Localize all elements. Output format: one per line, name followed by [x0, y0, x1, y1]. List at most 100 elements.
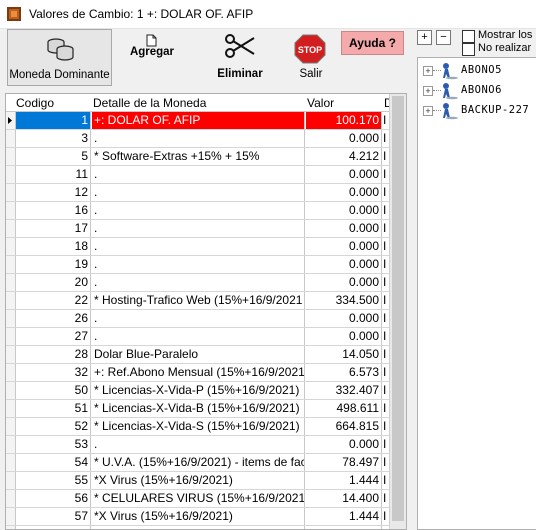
- cell-codigo[interactable]: 16: [16, 202, 91, 219]
- table-row[interactable]: 55 *X Virus (15%+16/9/2021) 1.444 I: [6, 472, 389, 490]
- table-row[interactable]: 51 * Licencias-X-Vida-B (15%+16/9/2021) 49…: [6, 400, 389, 418]
- row-indicator[interactable]: [6, 436, 16, 453]
- cell-codigo[interactable]: 18: [16, 238, 91, 255]
- table-row[interactable]: 11. 0.000 I: [6, 166, 389, 184]
- no-realizar-checkbox[interactable]: [462, 43, 475, 56]
- cell-codigo[interactable]: 19: [16, 256, 91, 273]
- cell-valor[interactable]: 664.815: [306, 418, 382, 435]
- table-row[interactable]: 58* U.V.A. 11/11/2021 y PFX92.570I: [6, 526, 389, 529]
- table-row[interactable]: 5 * Software-Extras +15% + 15% 4.212 I: [6, 148, 389, 166]
- row-indicator[interactable]: [6, 418, 16, 435]
- col-valor-header[interactable]: Valor: [307, 96, 334, 110]
- row-indicator[interactable]: [6, 148, 16, 165]
- cell-detalle[interactable]: * U.V.A. (15%+16/9/2021) - items de fac: [92, 454, 305, 471]
- tree-node[interactable]: + BACKUP-227: [423, 103, 536, 121]
- row-indicator[interactable]: [6, 472, 16, 489]
- cell-codigo[interactable]: 58: [16, 526, 91, 529]
- cell-valor[interactable]: 1.444: [306, 472, 382, 489]
- row-indicator[interactable]: [6, 184, 16, 201]
- table-row[interactable]: 18. 0.000 I: [6, 238, 389, 256]
- row-indicator[interactable]: [6, 400, 16, 417]
- cell-codigo[interactable]: 28: [16, 346, 91, 363]
- salir-button[interactable]: STOP Salir: [287, 29, 335, 84]
- row-indicator[interactable]: [6, 310, 16, 327]
- table-row[interactable]: 28 Dolar Blue-Paralelo 14.050 I: [6, 346, 389, 364]
- ayuda-button[interactable]: Ayuda ?: [341, 31, 404, 55]
- cell-detalle[interactable]: * Licencias-X-Vida-B (15%+16/9/2021): [92, 400, 305, 417]
- row-indicator[interactable]: [6, 346, 16, 363]
- cell-codigo[interactable]: 32: [16, 364, 91, 381]
- cell-valor[interactable]: 0.000: [306, 184, 382, 201]
- eliminar-button[interactable]: Eliminar: [205, 29, 275, 84]
- row-indicator[interactable]: [6, 238, 16, 255]
- row-indicator[interactable]: [6, 490, 16, 507]
- cell-codigo[interactable]: 51: [16, 400, 91, 417]
- cell-codigo[interactable]: 5: [16, 148, 91, 165]
- cell-codigo[interactable]: 53: [16, 436, 91, 453]
- table-row[interactable]: 52 * Licencias-X-Vida-S (15%+16/9/2021) 66…: [6, 418, 389, 436]
- row-indicator[interactable]: [6, 508, 16, 525]
- cell-codigo[interactable]: 20: [16, 274, 91, 291]
- row-indicator[interactable]: [6, 112, 16, 129]
- cell-valor[interactable]: 332.407: [306, 382, 382, 399]
- tree-node[interactable]: + ABONO6: [423, 83, 536, 101]
- cell-valor[interactable]: 0.000: [306, 166, 382, 183]
- cell-codigo[interactable]: 54: [16, 454, 91, 471]
- cell-detalle[interactable]: +: Ref.Abono Mensual (15%+16/9/2021: [92, 364, 305, 381]
- table-row[interactable]: 1 +: DOLAR OF. AFIP 100.170 I: [6, 112, 389, 130]
- row-indicator[interactable]: [6, 454, 16, 471]
- expand-icon[interactable]: +: [423, 106, 433, 116]
- cell-valor[interactable]: 498.611: [306, 400, 382, 417]
- expand-icon[interactable]: +: [423, 66, 433, 76]
- cell-detalle[interactable]: .: [92, 130, 305, 147]
- row-indicator[interactable]: [6, 364, 16, 381]
- cell-detalle[interactable]: .: [92, 238, 305, 255]
- cell-valor[interactable]: 1.444: [306, 508, 382, 525]
- collapse-all-button[interactable]: −: [436, 30, 451, 45]
- cell-valor[interactable]: 0.000: [306, 202, 382, 219]
- table-row[interactable]: 26. 0.000 I: [6, 310, 389, 328]
- vertical-scrollbar[interactable]: [389, 94, 406, 529]
- cell-detalle[interactable]: Dolar Blue-Paralelo: [92, 346, 305, 363]
- cell-valor[interactable]: 334.500: [306, 292, 382, 309]
- cell-valor[interactable]: 14.400: [306, 490, 382, 507]
- row-indicator[interactable]: [6, 256, 16, 273]
- cell-valor[interactable]: 100.170: [306, 112, 382, 129]
- cell-codigo[interactable]: 11: [16, 166, 91, 183]
- cell-detalle[interactable]: .: [92, 256, 305, 273]
- table-row[interactable]: 32 +: Ref.Abono Mensual (15%+16/9/2021 6.5…: [6, 364, 389, 382]
- cell-detalle[interactable]: * U.V.A. 11/11/2021 y PFX: [92, 526, 305, 529]
- cell-codigo[interactable]: 27: [16, 328, 91, 345]
- cell-codigo[interactable]: 1: [16, 112, 91, 129]
- table-row[interactable]: 50 * Licencias-X-Vida-P (15%+16/9/2021) 33…: [6, 382, 389, 400]
- cell-codigo[interactable]: 26: [16, 310, 91, 327]
- cell-valor[interactable]: 78.497: [306, 454, 382, 471]
- agregar-button[interactable]: Agregar: [117, 29, 187, 84]
- cell-codigo[interactable]: 57: [16, 508, 91, 525]
- cell-detalle[interactable]: .: [92, 184, 305, 201]
- row-indicator[interactable]: [6, 292, 16, 309]
- row-indicator[interactable]: [6, 202, 16, 219]
- row-indicator[interactable]: [6, 382, 16, 399]
- cell-detalle[interactable]: * Software-Extras +15% + 15%: [92, 148, 305, 165]
- col-codigo-header[interactable]: Codigo: [16, 96, 54, 110]
- cell-codigo[interactable]: 50: [16, 382, 91, 399]
- cell-valor[interactable]: 4.212: [306, 148, 382, 165]
- moneda-dominante-button[interactable]: Moneda Dominante: [7, 29, 112, 86]
- cell-codigo[interactable]: 17: [16, 220, 91, 237]
- col-detalle-header[interactable]: Detalle de la Moneda: [93, 96, 206, 110]
- cell-codigo[interactable]: 22: [16, 292, 91, 309]
- cell-codigo[interactable]: 56: [16, 490, 91, 507]
- row-indicator[interactable]: [6, 328, 16, 345]
- cell-codigo[interactable]: 12: [16, 184, 91, 201]
- cell-detalle[interactable]: * Licencias-X-Vida-P (15%+16/9/2021): [92, 382, 305, 399]
- table-row[interactable]: 19. 0.000 I: [6, 256, 389, 274]
- table-row[interactable]: 27. 0.000 I: [6, 328, 389, 346]
- table-row[interactable]: 54 * U.V.A. (15%+16/9/2021) - items de fa…: [6, 454, 389, 472]
- cell-codigo[interactable]: 3: [16, 130, 91, 147]
- row-indicator[interactable]: [6, 274, 16, 291]
- cell-detalle[interactable]: .: [92, 220, 305, 237]
- cell-detalle[interactable]: .: [92, 166, 305, 183]
- cell-detalle[interactable]: *X Virus (15%+16/9/2021): [92, 472, 305, 489]
- cell-valor[interactable]: 0.000: [306, 220, 382, 237]
